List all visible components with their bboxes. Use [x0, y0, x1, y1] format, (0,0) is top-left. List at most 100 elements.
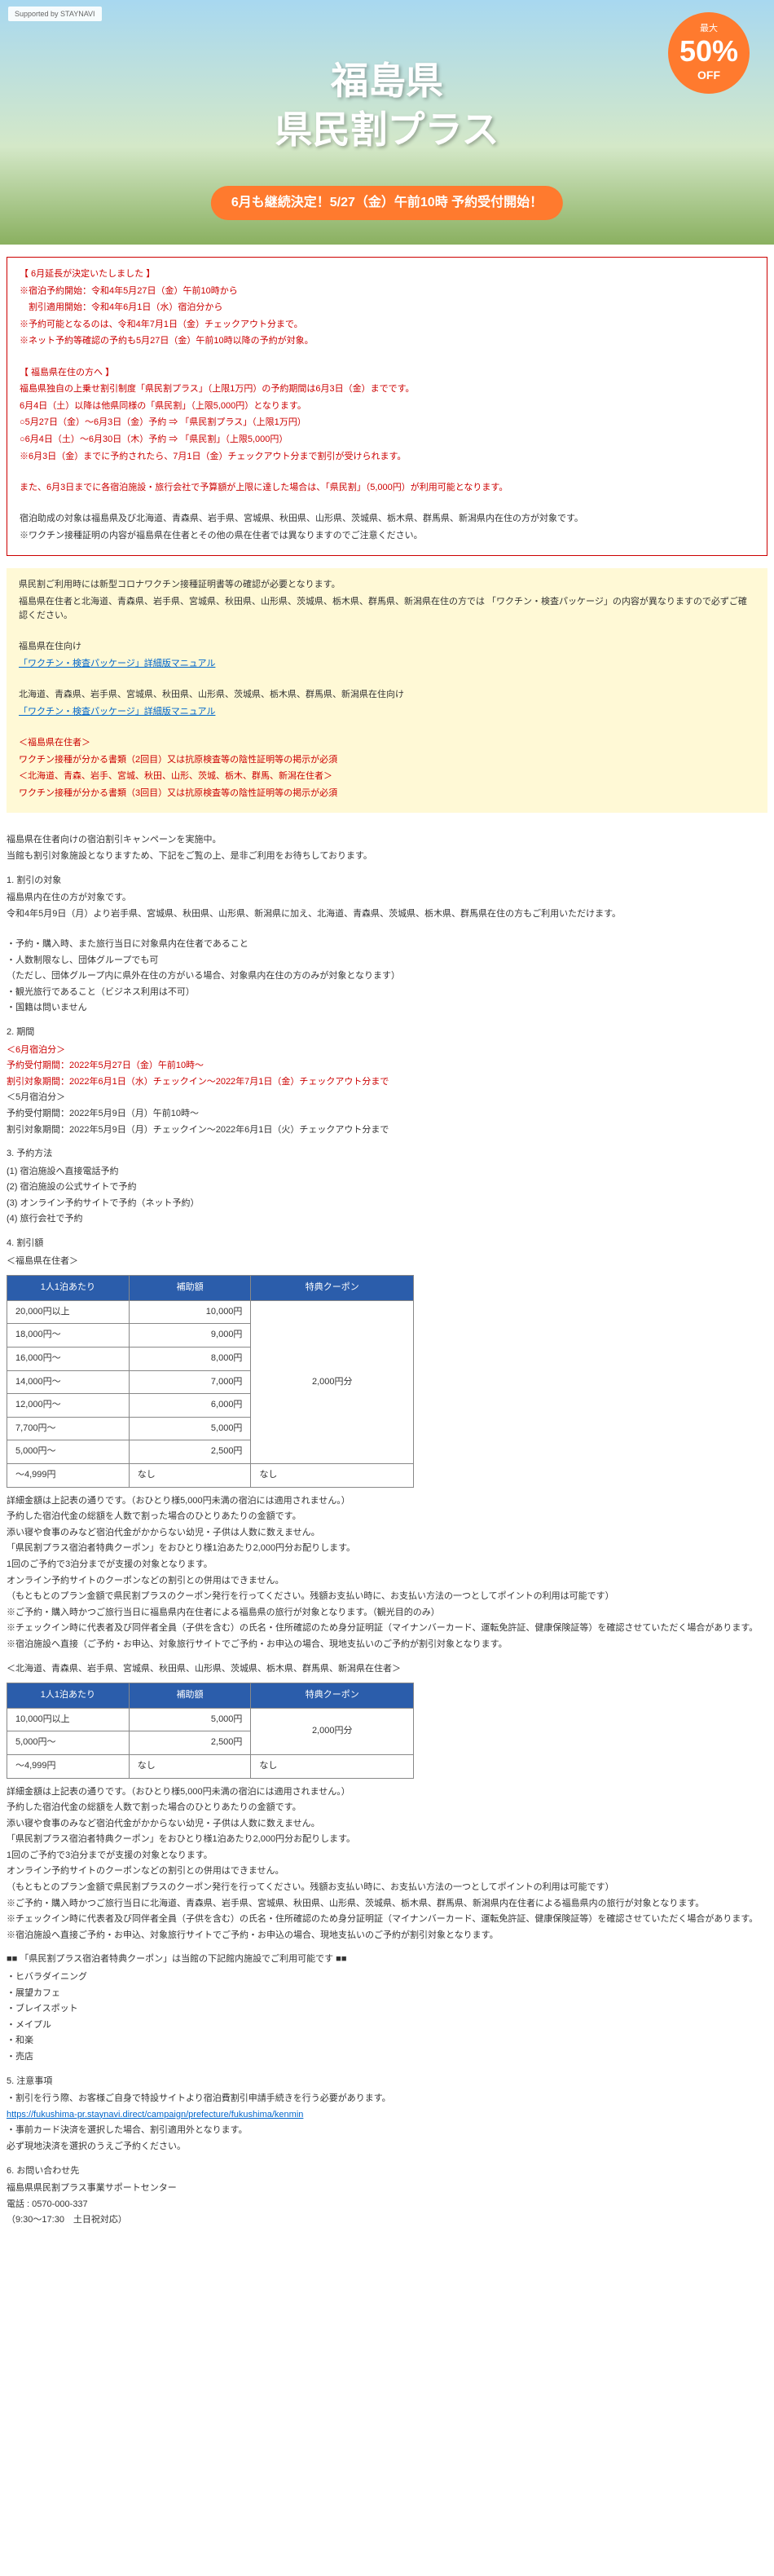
note: 「県民割プラス宿泊者特典クーポン」をおひとり様1泊あたり2,000円分お配りしま…: [7, 1542, 767, 1556]
s1-line: ・人数制限なし、団体グループでも可: [7, 954, 767, 968]
section-2-heading: 2. 期間: [7, 1026, 767, 1040]
cell: 6,000円: [129, 1394, 251, 1418]
s1-line: 福島県内在住の方が対象です。: [7, 891, 767, 906]
notice-line: ※6月3日（金）までに予約されたら、7月1日（金）チェックアウト分まで割引が受け…: [20, 450, 754, 465]
s5-line: 必ず現地決済を選択のうえご予約ください。: [7, 2140, 767, 2155]
notice-line: 割引適用開始：令和4年6月1日（水）宿泊分から: [20, 301, 754, 315]
facility: ・売店: [7, 2050, 767, 2065]
vaccine-manual-link-fukushima[interactable]: 「ワクチン・検査パッケージ」詳細版マニュアル: [19, 659, 215, 668]
cell: 7,700円～: [7, 1417, 130, 1440]
vaccine-target1: 福島県在住向け: [19, 640, 755, 655]
cell: 5,000円～: [7, 1731, 130, 1755]
note: 予約した宿泊代金の総額を人数で割った場合のひとりあたりの金額です。: [7, 1801, 767, 1815]
intro: 福島県在住者向けの宿泊割引キャンペーンを実施中。: [7, 833, 767, 848]
hero-banner: Supported by STAYNAVI 最大 50% OFF 福島県 県民割…: [0, 0, 774, 245]
cell: ～4,999円: [7, 1754, 130, 1778]
vaccine-line: 福島県在住者と北海道、青森県、岩手県、宮城県、秋田県、山形県、茨城県、栃木県、群…: [19, 595, 755, 624]
cell: 7,000円: [129, 1370, 251, 1394]
section-6-heading: 6. お問い合わせ先: [7, 2164, 767, 2179]
cell: ～4,999円: [7, 1464, 130, 1488]
cell: なし: [251, 1754, 414, 1778]
note: ※ご予約・購入時かつご旅行当日に北海道、青森県、岩手県、宮城県、秋田県、山形県、…: [7, 1897, 767, 1912]
intro: 当館も割引対象施設となりますため、下記をご覧の上、是非ご利用をお待ちしております…: [7, 849, 767, 864]
section-3-heading: 3. 予約方法: [7, 1147, 767, 1162]
vaccine-req-h2: ＜北海道、青森、岩手、宮城、秋田、山形、茨城、栃木、群馬、新潟在住者＞: [19, 770, 755, 784]
s1-line: ・国籍は問いません: [7, 1001, 767, 1016]
coupon-facilities-heading: ■■ 「県民割プラス宿泊者特典クーポン」は当館の下記館内施設でご利用可能です ■…: [7, 1952, 767, 1967]
staynavi-label: Supported by STAYNAVI: [8, 7, 102, 21]
notice-line: ※ワクチン接種証明の内容が福島県在住者とその他の県在住者では異なりますのでご注意…: [20, 529, 754, 544]
title-line1: 福島県: [331, 60, 443, 102]
note: ※宿泊施設へ直接ご予約・お申込、対象旅行サイトでご予約・お申込の場合、現地支払い…: [7, 1929, 767, 1943]
s3-line: (4) 旅行会社で予約: [7, 1212, 767, 1227]
subsidy-table-other: 1人1泊あたり 補助額 特典クーポン 10,000円以上5,000円2,000円…: [7, 1683, 414, 1778]
notice-line: 福島県独自の上乗せ割引制度「県民割プラス」（上限1万円）の予約期間は6月3日（金…: [20, 382, 754, 397]
s3-line: (1) 宿泊施設へ直接電話予約: [7, 1165, 767, 1180]
s6-line: 福島県県民割プラス事業サポートセンター: [7, 2181, 767, 2196]
th-subsidy: 補助額: [129, 1276, 251, 1301]
s5-line: ・事前カード決済を選択した場合、割引適用外となります。: [7, 2124, 767, 2138]
note: ※チェックイン時に代表者及び同伴者全員（子供を含む）の氏名・住所確認のため身分証…: [7, 1912, 767, 1927]
note: 1回のご予約で3泊分までが支援の対象となります。: [7, 1558, 767, 1573]
banner-title: 福島県 県民割プラス: [0, 57, 774, 155]
s4-sub1: ＜福島県在住者＞: [7, 1255, 767, 1269]
facility: ・ヒバラダイニング: [7, 1970, 767, 1985]
vaccine-req-2: ワクチン接種が分かる書類（3回目）又は抗原検査等の陰性証明等の掲示が必須: [19, 787, 755, 801]
s2-line: 予約受付期間：2022年5月9日（月）午前10時～: [7, 1107, 767, 1122]
cell: 12,000円～: [7, 1394, 130, 1418]
note: ※宿泊施設へ直接（ご予約・お申込、対象旅行サイトでご予約・お申込の場合、現地支払…: [7, 1638, 767, 1652]
facility: ・展望カフェ: [7, 1987, 767, 2001]
vaccine-manual-link-other[interactable]: 「ワクチン・検査パッケージ」詳細版マニュアル: [19, 707, 215, 717]
note: （もともとのプラン金額で県民割プラスのクーポン発行を行ってください。残額お支払い…: [7, 1590, 767, 1604]
vaccine-req-1: ワクチン接種が分かる書類（2回目）又は抗原検査等の陰性証明等の掲示が必須: [19, 753, 755, 768]
facility: ・メイプル: [7, 2018, 767, 2033]
cell: 14,000円～: [7, 1370, 130, 1394]
facility: ・和楽: [7, 2034, 767, 2049]
s2-line: ＜6月宿泊分＞: [7, 1043, 767, 1058]
notice-line: ※予約可能となるのは、令和4年7月1日（金）チェックアウト分まで。: [20, 318, 754, 333]
notice-box: 【 6月延長が決定いたしました 】 ※宿泊予約開始：令和4年5月27日（金）午前…: [7, 257, 767, 556]
note: ※ご予約・購入時かつご旅行当日に福島県内在住者による福島県の旅行が対象となります…: [7, 1606, 767, 1621]
cell: なし: [251, 1464, 414, 1488]
note: 詳細金額は上記表の通りです。（おひとり様5,000円未満の宿泊には適用されません…: [7, 1494, 767, 1509]
note: オンライン予約サイトのクーポンなどの割引との併用はできません。: [7, 1864, 767, 1879]
notice-line: ○6月4日（土）～6月30日（木）予約 ⇒ 「県民割」（上限5,000円）: [20, 433, 754, 448]
cell: 5,000円～: [7, 1440, 130, 1464]
cell: 20,000円以上: [7, 1300, 130, 1324]
cell: 18,000円～: [7, 1324, 130, 1348]
section-1-heading: 1. 割引の対象: [7, 874, 767, 889]
note: （もともとのプラン金額で県民割プラスのクーポン発行を行ってください。残額お支払い…: [7, 1881, 767, 1895]
section-4-heading: 4. 割引額: [7, 1237, 767, 1251]
note: ※チェックイン時に代表者及び同伴者全員（子供を含む）の氏名・住所確認のため身分証…: [7, 1621, 767, 1636]
cell: 9,000円: [129, 1324, 251, 1348]
s6-line: （9:30～17:30 土日祝対応）: [7, 2213, 767, 2228]
s5-line: ・割引を行う際、お客様ご自身で特設サイトより宿泊費割引申請手続きを行う必要があり…: [7, 2092, 767, 2106]
s1-line: ・予約・購入時、また旅行当日に対象県内在住者であること: [7, 937, 767, 952]
s1-line: 令和4年5月9日（月）より岩手県、宮城県、秋田県、山形県、新潟県に加え、北海道、…: [7, 907, 767, 922]
th-price: 1人1泊あたり: [7, 1683, 130, 1709]
s2-line: 予約受付期間：2022年5月27日（金）午前10時～: [7, 1059, 767, 1074]
banner-subtitle: 6月も継続決定！5/27（金）午前10時 予約受付開始！: [211, 186, 563, 220]
cell: 8,000円: [129, 1348, 251, 1371]
th-coupon: 特典クーポン: [251, 1683, 414, 1709]
notice-line: ※ネット予約等確認の予約も5月27日（金）午前10時以降の予約が対象。: [20, 334, 754, 349]
vaccine-line: 県民割ご利用時には新型コロナワクチン接種証明書等の確認が必要となります。: [19, 578, 755, 593]
notice-heading1: 【 6月延長が決定いたしました 】: [20, 267, 754, 282]
facility: ・ブレイスポット: [7, 2002, 767, 2017]
s6-line: 電話 : 0570-000-337: [7, 2198, 767, 2212]
note: 「県民割プラス宿泊者特典クーポン」をおひとり様1泊あたり2,000円分お配りしま…: [7, 1833, 767, 1847]
s1-line: ・観光旅行であること（ビジネス利用は不可）: [7, 986, 767, 1000]
note: 予約した宿泊代金の総額を人数で割った場合のひとりあたりの金額です。: [7, 1510, 767, 1524]
staynavi-campaign-link[interactable]: https://fukushima-pr.staynavi.direct/cam…: [7, 2110, 303, 2119]
cell: 16,000円～: [7, 1348, 130, 1371]
notice-line: ※宿泊予約開始：令和4年5月27日（金）午前10時から: [20, 285, 754, 299]
note: オンライン予約サイトのクーポンなどの割引との併用はできません。: [7, 1574, 767, 1589]
th-price: 1人1泊あたり: [7, 1276, 130, 1301]
notice-line: 宿泊助成の対象は福島県及び北海道、青森県、岩手県、宮城県、秋田県、山形県、茨城県…: [20, 512, 754, 527]
s1-line: （ただし、団体グループ内に県外在住の方がいる場合、対象県内在住の方のみが対象とな…: [7, 969, 767, 984]
subsidy-table-fukushima: 1人1泊あたり 補助額 特典クーポン 20,000円以上10,000円2,000…: [7, 1275, 414, 1487]
cell: なし: [129, 1464, 251, 1488]
coupon-cell: 2,000円分: [251, 1300, 414, 1463]
cell: 5,000円: [129, 1417, 251, 1440]
s3-line: (2) 宿泊施設の公式サイトで予約: [7, 1180, 767, 1195]
